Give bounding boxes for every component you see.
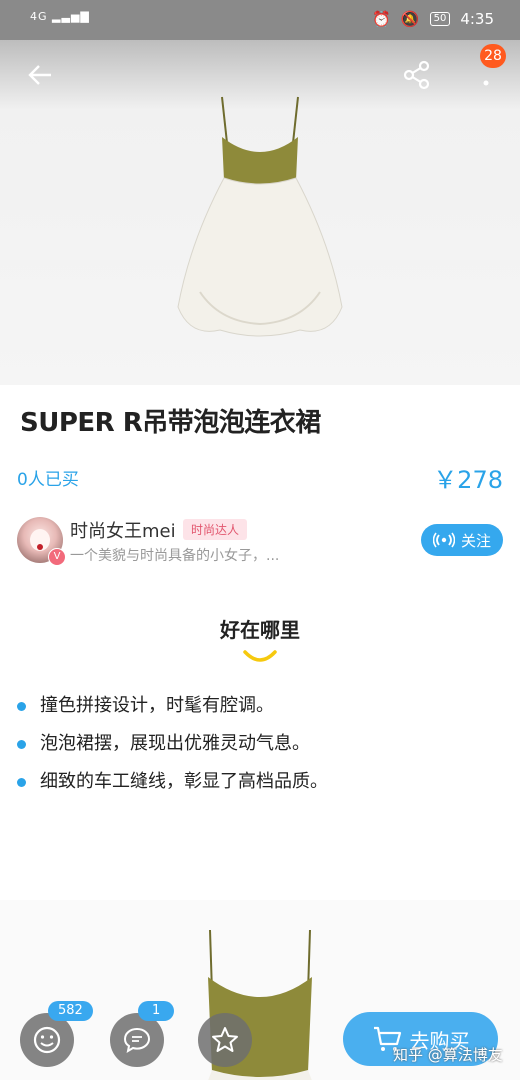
section-title: 好在哪里 [220,618,300,642]
star-icon [212,1027,238,1052]
alarm-icon: ⏰ [372,10,391,28]
share-icon [403,60,430,90]
product-price: ￥278 [433,466,503,494]
watermark: 知乎 @算法博友 [393,1046,503,1064]
broadcast-icon [432,532,455,548]
smiley-icon [33,1026,61,1054]
bought-count: 0人已买 [17,470,79,490]
comment-count: 1 [138,1001,175,1021]
product-title: SUPER R吊带泡泡连衣裙 [20,408,321,438]
back-button[interactable] [20,58,60,92]
list-item: 泡泡裙摆，展现出优雅灵动气息。 [17,730,328,768]
signal-indicator: 4G ▂▃▅▇ [30,10,90,23]
highlight-list: 撞色拼接设计，时髦有腔调。 泡泡裙摆，展现出优雅灵动气息。 细致的车工缝线，彰显… [17,692,328,806]
list-item: 撞色拼接设计，时髦有腔调。 [17,692,328,730]
author-description: 一个美貌与时尚具备的小女子，... [70,548,280,564]
clock: 4:35 [460,10,494,28]
follow-label: 关注 [460,531,491,550]
share-button[interactable] [397,58,437,92]
verified-icon: V [48,548,66,566]
emoji-button[interactable] [20,1013,74,1067]
product-image[interactable] [0,40,520,385]
emoji-count: 582 [48,1001,93,1021]
status-bar: 4G ▂▃▅▇ ⏰ 🔕 50 4:35 [0,0,520,40]
mute-icon: 🔕 [400,10,420,28]
author-tag: 时尚达人 [183,519,248,540]
dress-image [177,96,343,337]
network-label: 4G [30,10,48,23]
back-arrow-icon [28,65,51,85]
battery-icon: 50 [429,12,451,26]
smile-underline-icon [243,650,277,662]
favorite-button[interactable] [198,1013,252,1067]
comment-icon [123,1027,151,1054]
follow-button[interactable]: 关注 [421,524,503,556]
battery-level: 50 [433,13,447,24]
author-card[interactable]: V 时尚女王mei 时尚达人 一个美貌与时尚具备的小女子，... 关注 [17,515,503,567]
author-name[interactable]: 时尚女王mei [70,517,176,543]
list-item: 细致的车工缝线，彰显了高档品质。 [17,768,328,806]
notification-badge: 28 [480,44,506,68]
comment-button[interactable] [110,1013,164,1067]
